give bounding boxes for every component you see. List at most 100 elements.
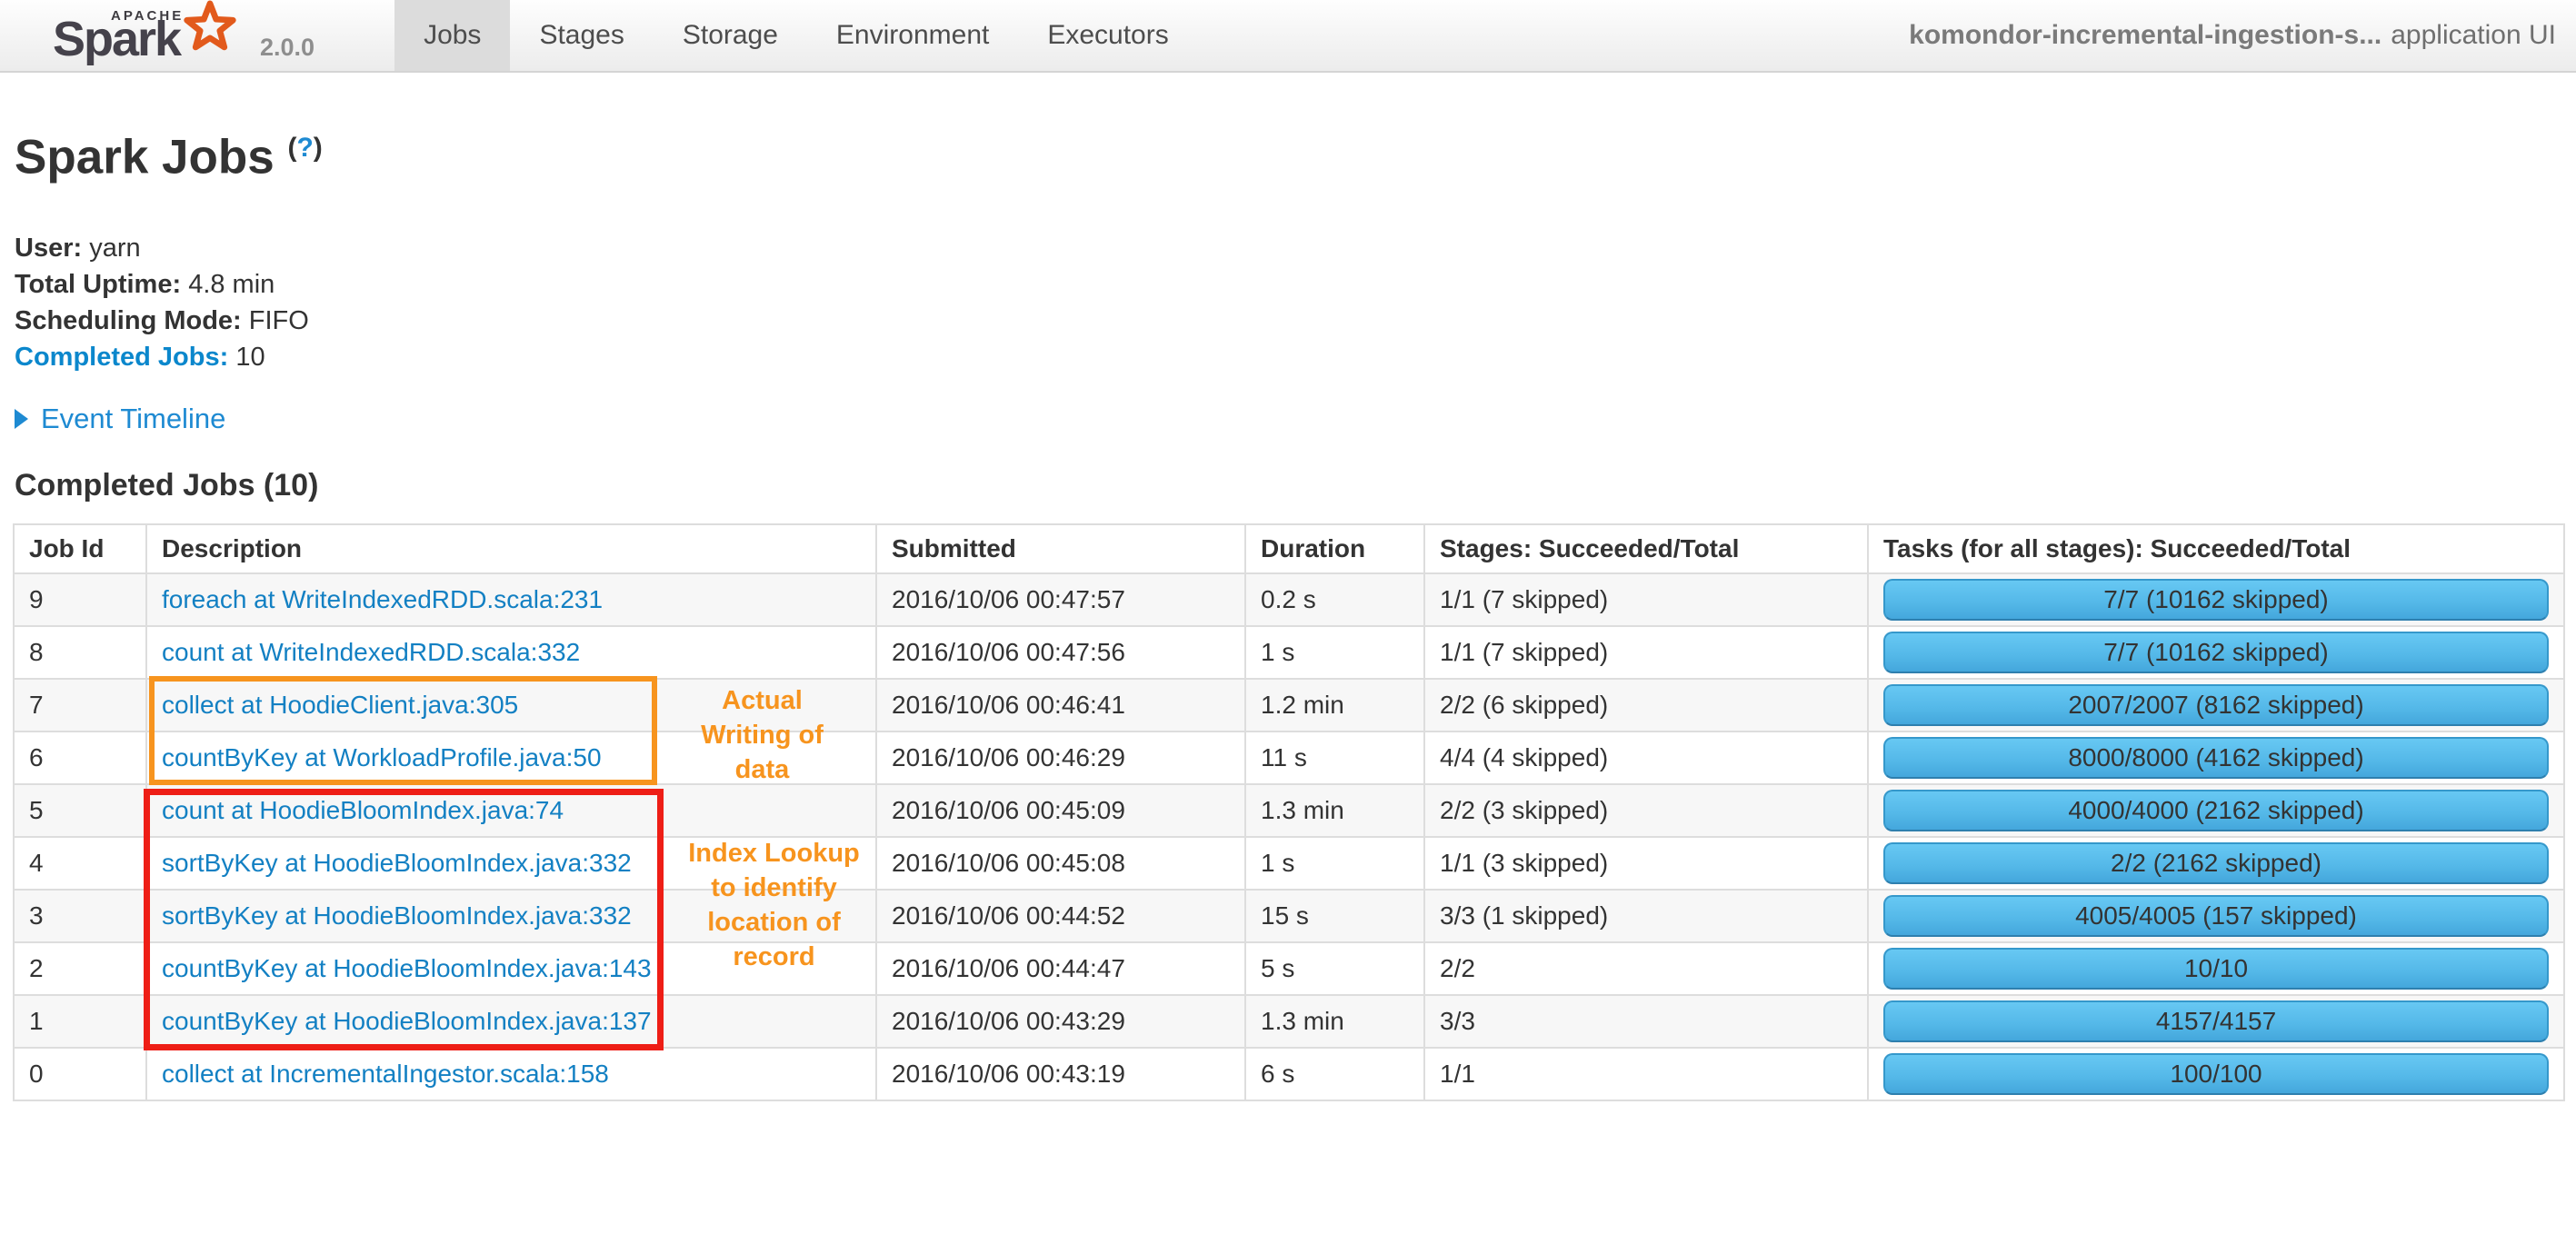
tasks-cell: 8000/8000 (4162 skipped)	[1867, 730, 2565, 785]
col-tasks[interactable]: Tasks (for all stages): Succeeded/Total	[1867, 522, 2565, 574]
duration-cell: 0.2 s	[1244, 572, 1425, 627]
col-description[interactable]: Description	[145, 522, 877, 574]
info-user: User: yarn	[15, 230, 2563, 266]
duration-cell: 1.3 min	[1244, 993, 1425, 1049]
application-name-text: komondor-incremental-ingestion-s...	[1909, 20, 2382, 50]
help-paren-open: (	[287, 133, 297, 163]
job-id-cell: 6	[13, 730, 147, 785]
col-duration[interactable]: Duration	[1244, 522, 1425, 574]
description-cell: count at WriteIndexedRDD.scala:332	[145, 624, 877, 680]
duration-cell: 1.2 min	[1244, 677, 1425, 732]
spark-logo[interactable]: APACHE Spark	[53, 0, 242, 66]
description-cell: foreach at WriteIndexedRDD.scala:231	[145, 572, 877, 627]
tab-environment[interactable]: Environment	[807, 0, 1018, 71]
tab-executors[interactable]: Executors	[1018, 0, 1197, 71]
job-id-cell: 0	[13, 1046, 147, 1101]
stages-cell: 3/3 (1 skipped)	[1423, 888, 1869, 943]
stages-cell: 1/1	[1423, 1046, 1869, 1101]
table-row: 2 countByKey at HoodieBloomIndex.java:14…	[13, 940, 2565, 996]
table-row: 6 countByKey at WorkloadProfile.java:50 …	[13, 730, 2565, 785]
info-user-value: yarn	[89, 233, 141, 263]
application-ui-suffix: application UI	[2391, 20, 2556, 50]
table-row: 7 collect at HoodieClient.java:305 2016/…	[13, 677, 2565, 732]
job-description-link[interactable]: countByKey at HoodieBloomIndex.java:143	[162, 954, 652, 982]
completed-jobs-count: 10	[235, 342, 265, 372]
stages-cell: 2/2 (3 skipped)	[1423, 782, 1869, 838]
tasks-cell: 7/7 (10162 skipped)	[1867, 624, 2565, 680]
application-name: komondor-incremental-ingestion-s... appl…	[1909, 0, 2576, 71]
submitted-cell: 2016/10/06 00:44:52	[875, 888, 1246, 943]
submitted-cell: 2016/10/06 00:43:29	[875, 993, 1246, 1049]
job-id-cell: 5	[13, 782, 147, 838]
help-question-icon[interactable]: ?	[296, 133, 313, 163]
description-cell: count at HoodieBloomIndex.java:74	[145, 782, 877, 838]
stages-cell: 1/1 (7 skipped)	[1423, 572, 1869, 627]
info-uptime-value: 4.8 min	[188, 269, 275, 299]
task-progress-bar: 8000/8000 (4162 skipped)	[1883, 736, 2549, 779]
duration-cell: 1 s	[1244, 835, 1425, 891]
info-scheduling-label: Scheduling Mode:	[15, 305, 242, 335]
top-navbar: APACHE Spark 2.0.0 Jobs Stages Storage E…	[0, 0, 2576, 73]
description-cell: countByKey at WorkloadProfile.java:50	[145, 730, 877, 785]
spark-version: 2.0.0	[260, 34, 315, 61]
description-cell: collect at HoodieClient.java:305	[145, 677, 877, 732]
event-timeline-toggle[interactable]: Event Timeline	[15, 403, 2563, 435]
duration-cell: 5 s	[1244, 940, 1425, 996]
job-description-link[interactable]: count at HoodieBloomIndex.java:74	[162, 796, 564, 824]
tab-storage[interactable]: Storage	[654, 0, 807, 71]
tasks-cell: 100/100	[1867, 1046, 2565, 1101]
stages-cell: 3/3	[1423, 993, 1869, 1049]
job-description-link[interactable]: sortByKey at HoodieBloomIndex.java:332	[162, 901, 632, 930]
description-cell: sortByKey at HoodieBloomIndex.java:332	[145, 835, 877, 891]
nav-tabs: Jobs Stages Storage Environment Executor…	[394, 0, 1198, 71]
info-completed-jobs: Completed Jobs: 10	[15, 339, 2563, 375]
completed-jobs-link[interactable]: Completed Jobs:	[15, 343, 228, 372]
page-title: Spark Jobs (?)	[15, 122, 2563, 184]
job-id-cell: 1	[13, 993, 147, 1049]
job-id-cell: 9	[13, 572, 147, 627]
task-progress-bar: 100/100	[1883, 1052, 2549, 1095]
submitted-cell: 2016/10/06 00:43:19	[875, 1046, 1246, 1101]
description-cell: collect at IncrementalIngestor.scala:158	[145, 1046, 877, 1101]
tasks-cell: 10/10	[1867, 940, 2565, 996]
job-description-link[interactable]: collect at IncrementalIngestor.scala:158	[162, 1060, 609, 1088]
job-description-link[interactable]: sortByKey at HoodieBloomIndex.java:332	[162, 849, 632, 877]
description-cell: sortByKey at HoodieBloomIndex.java:332	[145, 888, 877, 943]
stages-cell: 1/1 (7 skipped)	[1423, 624, 1869, 680]
job-description-link[interactable]: collect at HoodieClient.java:305	[162, 691, 518, 719]
tasks-cell: 4157/4157	[1867, 993, 2565, 1049]
col-submitted[interactable]: Submitted	[875, 522, 1246, 574]
submitted-cell: 2016/10/06 00:47:56	[875, 624, 1246, 680]
table-row: 9 foreach at WriteIndexedRDD.scala:231 2…	[13, 572, 2565, 627]
spark-wordmark: Spark	[53, 12, 182, 66]
help-link[interactable]: (?)	[287, 133, 322, 163]
job-description-link[interactable]: foreach at WriteIndexedRDD.scala:231	[162, 585, 603, 613]
tab-stages[interactable]: Stages	[510, 0, 653, 71]
info-user-label: User:	[15, 233, 83, 263]
job-id-cell: 8	[13, 624, 147, 680]
jobs-table-wrap: Job Id Description Submitted Duration St…	[13, 522, 2565, 1101]
col-job-id[interactable]: Job Id	[13, 522, 147, 574]
task-progress-bar: 4000/4000 (2162 skipped)	[1883, 789, 2549, 831]
table-row: 3 sortByKey at HoodieBloomIndex.java:332…	[13, 888, 2565, 943]
tasks-cell: 7/7 (10162 skipped)	[1867, 572, 2565, 627]
description-cell: countByKey at HoodieBloomIndex.java:143	[145, 940, 877, 996]
col-stages[interactable]: Stages: Succeeded/Total	[1423, 522, 1869, 574]
submitted-cell: 2016/10/06 00:45:09	[875, 782, 1246, 838]
job-description-link[interactable]: count at WriteIndexedRDD.scala:332	[162, 638, 580, 666]
submitted-cell: 2016/10/06 00:46:29	[875, 730, 1246, 785]
job-description-link[interactable]: countByKey at WorkloadProfile.java:50	[162, 743, 602, 771]
tasks-cell: 4005/4005 (157 skipped)	[1867, 888, 2565, 943]
tab-jobs[interactable]: Jobs	[394, 0, 511, 71]
job-description-link[interactable]: countByKey at HoodieBloomIndex.java:137	[162, 1007, 652, 1035]
job-id-cell: 7	[13, 677, 147, 732]
job-id-cell: 2	[13, 940, 147, 996]
job-id-cell: 3	[13, 888, 147, 943]
table-row: 8 count at WriteIndexedRDD.scala:332 201…	[13, 624, 2565, 680]
completed-jobs-heading: Completed Jobs (10)	[15, 467, 319, 503]
duration-cell: 6 s	[1244, 1046, 1425, 1101]
duration-cell: 11 s	[1244, 730, 1425, 785]
spark-brand: APACHE Spark 2.0.0	[0, 0, 315, 71]
submitted-cell: 2016/10/06 00:46:41	[875, 677, 1246, 732]
tasks-cell: 2/2 (2162 skipped)	[1867, 835, 2565, 891]
